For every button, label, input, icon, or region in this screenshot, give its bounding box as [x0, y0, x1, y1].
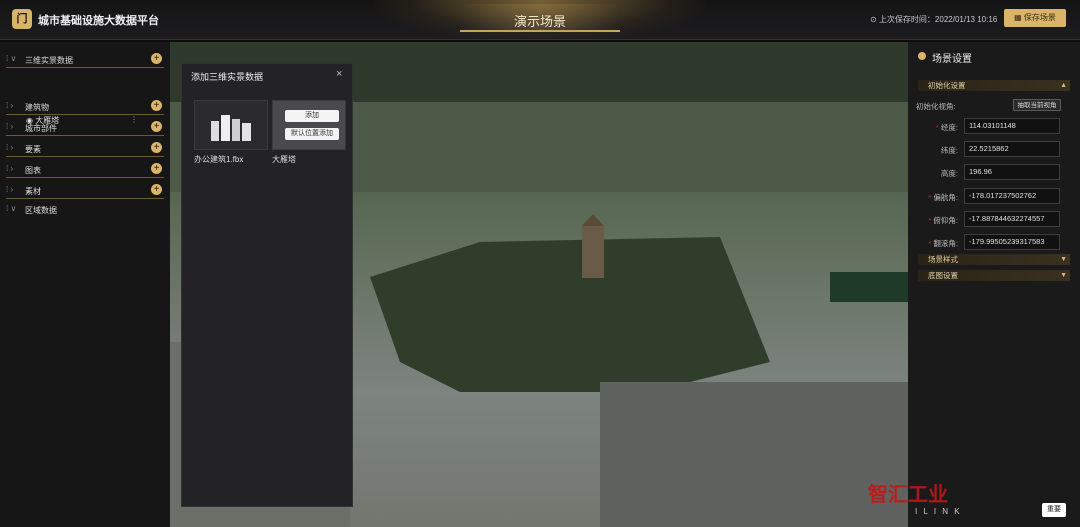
- chevron-down-icon: ▼: [1060, 272, 1067, 279]
- chevron-up-icon: ▲: [1060, 82, 1067, 89]
- section-basemap[interactable]: 底图设置 ▼: [918, 270, 1070, 281]
- chevron-down-icon: ▼: [1060, 256, 1067, 263]
- field-label: 纬度:: [940, 146, 958, 155]
- roll-input[interactable]: -179.99505239317583: [964, 234, 1060, 250]
- app-logo-icon: 门: [12, 9, 32, 29]
- dialog-title: 添加三维实景数据: [191, 72, 264, 82]
- height-input[interactable]: 196.96: [964, 164, 1060, 180]
- add-icon[interactable]: +: [151, 53, 162, 64]
- field-label: * 经度:: [935, 123, 958, 132]
- drag-handle-icon[interactable]: ⁞ ›: [6, 164, 13, 173]
- layer-group-buildings[interactable]: ⁞ › 建筑物 +: [6, 97, 164, 115]
- layer-group-region[interactable]: ⁞ ∨ 区域数据: [6, 200, 164, 218]
- drag-handle-icon[interactable]: ⁞ ∨: [6, 204, 16, 213]
- scene-settings-panel: 场景设置 初始化设置 ▲ 初始化视角: 抽取当前视角 * 经度: 114.0310…: [908, 42, 1080, 527]
- calendar-icon: ▦: [1014, 13, 1024, 22]
- drag-handle-icon[interactable]: ⁞ ›: [6, 185, 13, 194]
- page-title: 演示场景: [513, 14, 566, 29]
- pagoda-roof: [582, 214, 604, 226]
- add-icon[interactable]: +: [151, 163, 162, 174]
- layer-group-charts[interactable]: ⁞ › 图表 +: [6, 160, 164, 178]
- panel-title: 场景设置: [932, 54, 972, 65]
- card-label-dayanta: 大雁塔: [272, 155, 296, 164]
- field-label: 高度:: [940, 169, 958, 178]
- add-icon[interactable]: +: [151, 121, 162, 132]
- capture-view-button[interactable]: 抽取当前视角: [1013, 99, 1061, 111]
- add-default-position-button[interactable]: 默认位置添加: [285, 128, 339, 140]
- last-save-time: ⊙ 上次保存时间：2022/01/13 10:16: [870, 15, 998, 24]
- layer-group-city-parts[interactable]: ⁞ › 城市部件 +: [6, 118, 164, 136]
- header-bar: 门 城市基础设施大数据平台 演示场景 ⊙ 上次保存时间：2022/01/13 1…: [0, 0, 1080, 40]
- field-label: * 偏航角:: [928, 193, 958, 202]
- temple-complex: [370, 237, 770, 392]
- section-style[interactable]: 场景样式 ▼: [918, 254, 1070, 265]
- drag-handle-icon[interactable]: ⁞ ∨: [6, 54, 16, 63]
- drag-handle-icon[interactable]: ⁞ ›: [6, 101, 13, 110]
- building-thumbnail-icon: [211, 115, 251, 141]
- longitude-input[interactable]: 114.03101148: [964, 118, 1060, 134]
- yaw-input[interactable]: -178.017237502762: [964, 188, 1060, 204]
- watermark-url: I L I N K: [915, 507, 962, 516]
- foreground-blocks: [600, 382, 908, 527]
- model-card-office[interactable]: [194, 100, 268, 150]
- layer-group-3d[interactable]: ⁞ ∨ 三维实景数据 +: [6, 50, 164, 68]
- field-label: * 俯仰角:: [928, 216, 958, 225]
- add-button[interactable]: 添加: [285, 110, 339, 122]
- mini-badge: 重要: [1042, 503, 1066, 517]
- field-label: * 翻滚角:: [928, 239, 958, 248]
- drag-handle-icon[interactable]: ⁞ ›: [6, 122, 13, 131]
- section-init[interactable]: 初始化设置 ▲: [918, 80, 1070, 91]
- card-label-office: 办公建筑1.fbx: [194, 155, 244, 164]
- add-icon[interactable]: +: [151, 142, 162, 153]
- latitude-input[interactable]: 22.5215862: [964, 141, 1060, 157]
- floating-tile: [830, 272, 908, 302]
- init-view-label: 初始化视角:: [916, 102, 956, 111]
- model-card-dayanta[interactable]: 添加 默认位置添加: [272, 100, 346, 150]
- save-scene-button[interactable]: ▦ 保存场景: [1004, 9, 1066, 27]
- clock-icon: ⊙: [870, 15, 879, 24]
- add-icon[interactable]: +: [151, 100, 162, 111]
- app-title: 城市基础设施大数据平台: [38, 15, 159, 27]
- add-3d-data-dialog: 添加三维实景数据 × 添加 默认位置添加 办公建筑1.fbx 大雁塔: [181, 63, 353, 507]
- pagoda: [582, 226, 604, 278]
- layer-group-elements[interactable]: ⁞ › 要素 +: [6, 139, 164, 157]
- layer-group-materials[interactable]: ⁞ › 素材 +: [6, 181, 164, 199]
- watermark-brand: 智汇工业: [868, 484, 948, 506]
- add-icon[interactable]: +: [151, 184, 162, 195]
- left-layer-panel: ⁞ ∨ 三维实景数据 + ◉ 大雁塔 ⋮ ⁞ › 建筑物 + ⁞ › 城市部件 + ⁞ › 要素…: [0, 42, 170, 527]
- drag-handle-icon[interactable]: ⁞ ›: [6, 143, 13, 152]
- close-icon[interactable]: ×: [336, 68, 342, 80]
- settings-dot-icon: [918, 52, 926, 60]
- pitch-input[interactable]: -17.887844632274557: [964, 211, 1060, 227]
